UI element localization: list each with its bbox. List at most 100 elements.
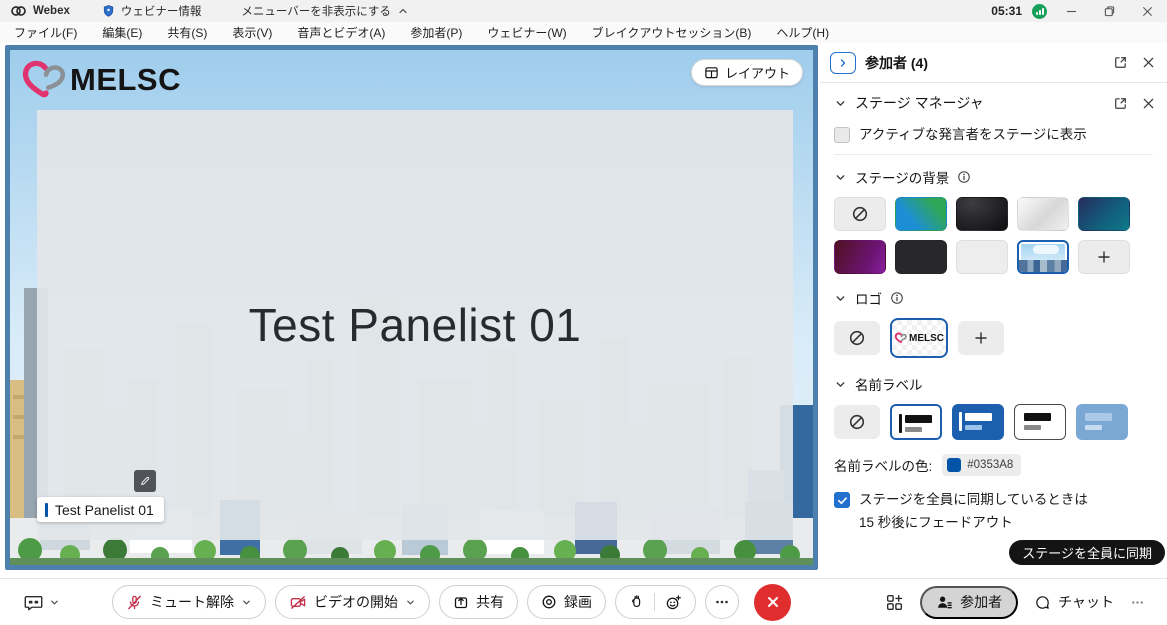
more-options-button[interactable] (705, 585, 739, 619)
divider (834, 154, 1153, 155)
background-thumb-white-silk[interactable] (1017, 197, 1069, 231)
collapse-panel-button[interactable] (830, 52, 856, 74)
start-video-button-label: ビデオの開始 (314, 592, 398, 612)
add-logo-button[interactable] (958, 321, 1004, 355)
logo-card-label: MELSC (909, 333, 944, 344)
color-swatch (947, 458, 961, 472)
name-label-text: Test Panelist 01 (55, 502, 154, 518)
stage-logo: MELSC (20, 58, 181, 102)
info-icon[interactable] (957, 170, 971, 184)
leave-meeting-button[interactable] (754, 584, 791, 621)
sync-fade-label-line2: 15 秒後にフェードアウト (859, 511, 1155, 531)
name-label-accent-bar (45, 503, 48, 517)
name-label-color-picker[interactable]: #0353A8 (942, 454, 1021, 476)
menubar: ファイル(F) 編集(E) 共有(S) 表示(V) 音声とビデオ(A) 参加者(… (0, 22, 1167, 43)
close-stage-manager-icon[interactable] (1142, 97, 1155, 110)
leave-x-icon (766, 595, 780, 609)
more-dots-icon (714, 594, 730, 610)
active-speaker-checkbox-label: アクティブな発言者をステージに表示 (859, 126, 1087, 143)
webinar-info-button[interactable]: ウェビナー情報 (121, 3, 202, 19)
sync-fade-checkbox[interactable] (834, 492, 850, 508)
active-speaker-checkbox[interactable] (834, 127, 850, 143)
pencil-icon (139, 475, 151, 487)
unmute-button[interactable]: ミュート解除 (112, 585, 266, 619)
info-icon[interactable] (890, 291, 904, 305)
raise-hand-icon (629, 594, 644, 610)
active-speaker-checkbox-row[interactable]: アクティブな発言者をステージに表示 (834, 126, 1155, 143)
menu-breakout[interactable]: ブレイクアウトセッション(B) (592, 24, 752, 41)
menu-file[interactable]: ファイル(F) (14, 24, 77, 41)
name-label-none-button[interactable] (834, 405, 880, 439)
minimize-button[interactable] (1057, 1, 1085, 21)
layout-icon (704, 65, 719, 80)
record-button[interactable]: 録画 (527, 585, 606, 619)
stage-background-title: ステージの背景 (855, 167, 949, 187)
sync-stage-button[interactable]: ステージを全員に同期 (1009, 540, 1165, 565)
menu-audio-video[interactable]: 音声とビデオ(A) (297, 24, 385, 41)
name-label-color-label: 名前ラベルの色: (834, 455, 932, 475)
chevron-down-icon[interactable] (834, 378, 847, 391)
hide-menubar-button[interactable]: メニューバーを非表示にする (241, 3, 409, 19)
name-label-style-white-selected[interactable] (890, 404, 942, 440)
background-thumb-maroon-purple[interactable] (834, 240, 886, 274)
name-label-style-translucent[interactable] (1076, 404, 1128, 440)
background-thumb-navy-teal[interactable] (1078, 197, 1130, 231)
chevron-down-icon (49, 597, 60, 608)
chat-button-label: チャット (1058, 592, 1114, 612)
participants-toggle-button[interactable]: 参加者 (920, 586, 1018, 619)
maximize-button[interactable] (1095, 1, 1123, 21)
edit-name-label-button[interactable] (134, 470, 156, 492)
menu-participants[interactable]: 参加者(P) (410, 24, 462, 41)
menu-edit[interactable]: 編集(E) (102, 24, 142, 41)
chat-button[interactable]: チャット (1034, 592, 1114, 612)
control-bar: ミュート解除 ビデオの開始 共有 (0, 578, 1167, 625)
connection-quality-icon[interactable] (1032, 4, 1047, 19)
name-label-style-blue[interactable] (952, 404, 1004, 440)
unmute-button-label: ミュート解除 (150, 592, 234, 612)
background-thumb-city-selected[interactable] (1017, 240, 1069, 274)
layout-button[interactable]: レイアウト (691, 59, 803, 86)
add-background-button[interactable] (1078, 240, 1130, 274)
menu-webinar[interactable]: ウェビナー(W) (487, 24, 566, 41)
name-label-style-plain-white[interactable] (1014, 404, 1066, 440)
apps-button[interactable] (885, 593, 904, 612)
menu-help[interactable]: ヘルプ(H) (776, 24, 829, 41)
record-button-label: 録画 (564, 592, 592, 612)
more-panels-button[interactable] (1130, 595, 1145, 610)
background-none-thumb[interactable] (834, 197, 886, 231)
background-thumb-charcoal[interactable] (895, 240, 947, 274)
popout-panel-icon[interactable] (1113, 55, 1128, 70)
background-thumb-blue-green[interactable] (895, 197, 947, 231)
menu-view[interactable]: 表示(V) (232, 24, 272, 41)
no-logo-icon (848, 329, 866, 347)
plus-icon (973, 330, 989, 346)
chevron-down-icon[interactable] (834, 292, 847, 305)
chevron-down-icon[interactable] (834, 97, 847, 110)
app-title: Webex (33, 5, 70, 17)
menu-share[interactable]: 共有(S) (167, 24, 207, 41)
panel-controls: 参加者 チャット (885, 586, 1151, 619)
record-icon (541, 594, 557, 610)
start-video-button[interactable]: ビデオの開始 (275, 585, 430, 619)
reactions-button[interactable] (615, 585, 696, 619)
share-button[interactable]: 共有 (439, 585, 518, 619)
closed-captions-button[interactable] (24, 594, 60, 611)
titlebar: Webex ウェビナー情報 メニューバーを非表示にする 05:31 (0, 0, 1167, 22)
close-panel-icon[interactable] (1142, 56, 1155, 69)
divider (654, 593, 655, 611)
background-thumbnails (834, 197, 1155, 274)
stage-name-label: Test Panelist 01 (37, 497, 164, 522)
logo-melsc-selected[interactable]: MELSC (890, 318, 948, 358)
shield-icon (102, 4, 115, 18)
popout-stage-manager-icon[interactable] (1113, 96, 1128, 111)
logo-none-button[interactable] (834, 321, 880, 355)
camera-off-icon (289, 594, 307, 611)
close-window-button[interactable] (1133, 1, 1161, 21)
share-button-label: 共有 (476, 592, 504, 612)
name-label-section-title: 名前ラベル (855, 374, 923, 394)
no-background-icon (851, 205, 869, 223)
chevron-down-icon[interactable] (834, 171, 847, 184)
background-thumb-black-wave[interactable] (956, 197, 1008, 231)
background-thumb-light-gray[interactable] (956, 240, 1008, 274)
sync-fade-checkbox-row[interactable]: ステージを全員に同期しているときは (834, 491, 1155, 508)
